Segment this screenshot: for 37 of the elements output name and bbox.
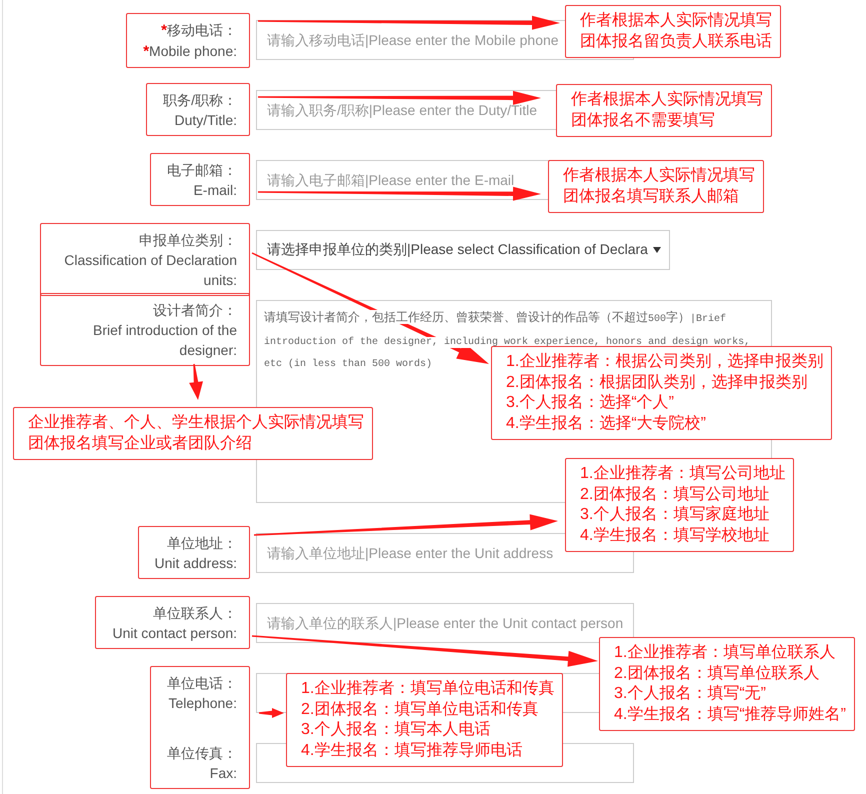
note-text: 企业推荐者、个人、学生根据个人实际情况填写 <box>28 413 364 433</box>
field-label: 单位联系人： <box>153 604 237 620</box>
field-label: E-mail: <box>193 182 237 198</box>
required-mark: * <box>161 22 167 38</box>
field-label: Classification of Declaration units: <box>64 252 237 288</box>
note-text: 4.学生报名：填写推荐导师电话 <box>301 740 524 760</box>
field-label: 电子邮箱： <box>167 162 237 178</box>
field-label: Unit address: <box>154 554 237 570</box>
note-text: 3.个人报名：填写“无” <box>614 684 767 704</box>
field-label: Unit contact person: <box>112 624 237 640</box>
field-label: Telephone: <box>168 694 237 710</box>
note-text: 团体报名填写企业或者团队介绍 <box>28 434 253 454</box>
note-text: 3.个人报名：填写家庭地址 <box>580 505 770 525</box>
note-text: 4.学生报名：选择“大专院校” <box>506 414 707 434</box>
note-text: 4.学生报名：填写“推荐导师姓名” <box>614 704 846 724</box>
field-label: 移动电话： <box>167 22 237 38</box>
note-text: 2.团体报名：根据团队类别，选择申报类别 <box>506 372 808 392</box>
field-label: Duty/Title: <box>174 112 237 128</box>
note-text: 3.个人报名：选择“个人” <box>506 393 675 413</box>
note-text: 3.个人报名：填写本人电话 <box>301 720 492 740</box>
field-label: 单位传真： <box>167 744 237 760</box>
field-label: Mobile phone: <box>149 42 237 58</box>
required-mark: * <box>143 42 150 60</box>
note-text: 1.企业推荐者：根据公司类别，选择申报类别 <box>506 352 824 372</box>
field-label: 设计者简介： <box>153 302 237 318</box>
note-text: 1.企业推荐者：填写单位电话和传真 <box>301 679 554 699</box>
field-label: 单位地址： <box>167 534 237 550</box>
field-label: 单位电话： <box>167 674 237 690</box>
field-label: 申报单位类别： <box>139 232 237 248</box>
note-text: 2.团体报名：填写公司地址 <box>580 484 770 504</box>
note-text: 2.团体报名：填写单位电话和传真 <box>301 700 540 720</box>
field-label: Brief introduction of the designer: <box>93 322 237 358</box>
field-label: 职务/职称： <box>163 92 237 108</box>
field-label: Fax: <box>210 764 237 780</box>
note-text: 1.企业推荐者：填写公司地址 <box>580 464 786 484</box>
note-text: 1.企业推荐者：填写单位联系人 <box>614 643 836 663</box>
note-text: 2.团体报名：填写单位联系人 <box>614 664 820 684</box>
